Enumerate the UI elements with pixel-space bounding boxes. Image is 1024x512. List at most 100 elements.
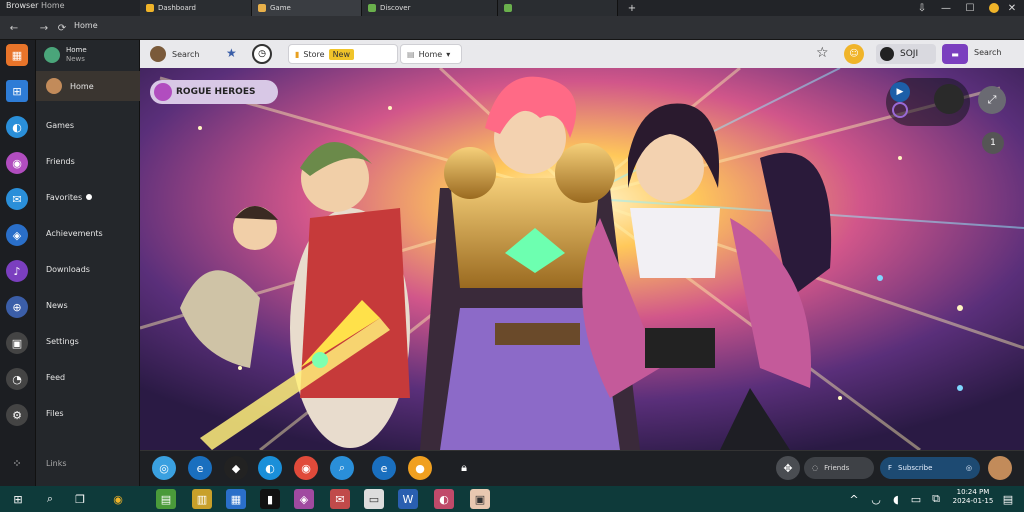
taskbar-active-app-icon[interactable]: ▣ xyxy=(470,489,490,509)
dock-ie-icon[interactable]: e xyxy=(372,456,396,480)
dock-chrome-icon[interactable]: ◉ xyxy=(294,456,318,480)
taskbar-word-icon[interactable]: W xyxy=(398,489,418,509)
profile-avatar-icon xyxy=(44,47,60,63)
sidebar-header[interactable]: Home News xyxy=(44,44,136,66)
tab-discover[interactable]: Discover xyxy=(362,0,498,16)
home-link[interactable]: Home xyxy=(74,21,98,30)
taskbar-search-icon[interactable]: ⌕ xyxy=(40,489,60,509)
dock-move-icon[interactable]: ✥ xyxy=(776,456,800,480)
timer-icon[interactable] xyxy=(892,102,908,118)
taskbar-files-icon[interactable]: ▤ xyxy=(156,489,176,509)
menu-button[interactable]: ▬ xyxy=(942,44,968,64)
rail-game-icon[interactable]: ◉ xyxy=(6,152,28,174)
sidebar-item-achievements[interactable]: Achievements xyxy=(36,218,140,248)
subscribe-button[interactable]: F Subscribe ◎ xyxy=(880,457,980,479)
lock-icon: ▮ xyxy=(295,49,300,59)
sidebar-item-home[interactable]: Home xyxy=(36,71,140,101)
tab-game[interactable]: Game xyxy=(252,0,362,16)
sidebar-item-files[interactable]: Files xyxy=(36,398,140,428)
rail-globe-icon[interactable]: ⊕ xyxy=(6,296,28,318)
dock-game-icon[interactable]: ◆ xyxy=(224,456,248,480)
tray-chevron-icon[interactable]: ^ xyxy=(844,489,864,509)
dock-chat-icon[interactable]: ◐ xyxy=(258,456,282,480)
tab-label: Dashboard xyxy=(158,4,196,12)
home-dropdown[interactable]: ▤ Home ▾ xyxy=(400,44,462,64)
browser-toolbar xyxy=(0,16,1024,40)
dock-edge-icon[interactable]: e xyxy=(188,456,212,480)
site-identity[interactable]: Search xyxy=(150,44,230,64)
rail-apps-icon[interactable]: ⁘ xyxy=(6,452,28,474)
dock-music-icon[interactable]: ● xyxy=(408,456,432,480)
dock-avatar[interactable] xyxy=(988,456,1012,480)
sidebar-item-favorites[interactable]: Favorites xyxy=(36,182,140,212)
task-view-icon[interactable]: ❐ xyxy=(70,489,90,509)
rail-home-icon[interactable]: ▦ xyxy=(6,44,28,66)
tab-label: Discover xyxy=(380,4,411,12)
tray-wifi-icon[interactable]: ◡ xyxy=(866,489,886,509)
taskbar-photos-icon[interactable]: ◈ xyxy=(294,489,314,509)
taskbar-mail-icon[interactable]: ✉ xyxy=(330,489,350,509)
sidebar-item-downloads[interactable]: Downloads xyxy=(36,254,140,284)
minimize-button[interactable]: — xyxy=(934,0,958,16)
taskbar-media-icon[interactable]: ◐ xyxy=(434,489,454,509)
maximize-button[interactable]: ☐ xyxy=(958,0,982,16)
sidebar-item-friends[interactable]: Friends xyxy=(36,146,140,176)
tray-volume-icon[interactable]: ◖ xyxy=(886,489,906,509)
sidebar-item-games[interactable]: Games xyxy=(36,110,140,140)
back-button[interactable]: ← xyxy=(6,20,22,36)
extension-icon[interactable]: ☺ xyxy=(844,44,864,64)
taskbar-terminal-icon[interactable]: ▮ xyxy=(260,489,280,509)
sidebar-item-settings[interactable]: Settings xyxy=(36,326,140,356)
search-action[interactable]: Search xyxy=(974,48,1001,57)
rail-user-icon[interactable]: ◔ xyxy=(6,368,28,390)
taskbar-notes-icon[interactable]: ▭ xyxy=(364,489,384,509)
rail-settings-icon[interactable]: ⚙ xyxy=(6,404,28,426)
rail-doc-icon[interactable]: ▣ xyxy=(6,332,28,354)
tab-favicon xyxy=(504,4,512,12)
tab-dashboard[interactable]: Dashboard xyxy=(140,0,252,16)
download-icon[interactable]: ⇩ xyxy=(910,0,934,16)
rail-windows-icon[interactable]: ⊞ xyxy=(6,80,28,102)
fullscreen-icon[interactable]: ⤢ xyxy=(978,86,1006,114)
store-filter-pill[interactable]: ▮ Store New xyxy=(288,44,398,64)
new-tab-button[interactable]: + xyxy=(620,0,644,16)
dock-lock-icon[interactable]: 🔒︎ xyxy=(452,456,476,480)
sidebar-footer-link[interactable]: Links xyxy=(36,448,140,478)
refresh-icon[interactable]: ⟳ xyxy=(54,20,70,36)
notification-count[interactable]: 1 xyxy=(982,132,1004,154)
share-icon[interactable] xyxy=(934,84,964,114)
rail-store-icon[interactable]: ✉ xyxy=(6,188,28,210)
taskbar-chrome-icon[interactable]: ◉ xyxy=(108,489,128,509)
play-icon[interactable]: ▶ xyxy=(890,82,910,102)
star-shield-icon[interactable]: ★ xyxy=(226,46,237,60)
tab-favicon xyxy=(146,4,154,12)
rail-chat-icon[interactable]: ◈ xyxy=(6,224,28,246)
hero-artwork xyxy=(140,68,1024,450)
friends-button[interactable]: ◌ Friends xyxy=(804,457,874,479)
tray-network-icon[interactable]: ⧉ xyxy=(926,489,946,509)
tab-blank[interactable] xyxy=(498,0,618,16)
dock-globe-icon[interactable]: ◎ xyxy=(152,456,176,480)
game-title-badge[interactable]: ROGUE HEROES xyxy=(150,80,278,104)
dock-search-icon[interactable]: ⌕ xyxy=(330,456,354,480)
close-button[interactable]: ✕ xyxy=(1000,0,1024,16)
taskbar-store-icon[interactable]: ▦ xyxy=(226,489,246,509)
profile-chip-avatar xyxy=(880,47,894,61)
taskbar-folder-icon[interactable]: ▥ xyxy=(192,489,212,509)
forward-button[interactable]: → xyxy=(36,20,52,36)
start-icon[interactable]: ⊞ xyxy=(8,489,28,509)
clock-date: 2024-01-15 xyxy=(952,497,994,505)
rail-music-icon[interactable]: ♪ xyxy=(6,260,28,282)
sidebar-item-feed[interactable]: Feed xyxy=(36,362,140,392)
clock[interactable]: 10:24 PM 2024-01-15 xyxy=(950,488,996,506)
bookmark-star-icon[interactable]: ☆ xyxy=(816,45,829,61)
tray-battery-icon[interactable]: ▭ xyxy=(906,489,926,509)
tab-label: Game xyxy=(270,4,291,12)
user-avatar-icon xyxy=(46,78,62,94)
rail-browser-icon[interactable]: ◐ xyxy=(6,116,28,138)
notification-center-icon[interactable]: ▤ xyxy=(998,489,1018,509)
sidebar-item-news[interactable]: News xyxy=(36,290,140,320)
arrow-icon: ◎ xyxy=(965,464,972,472)
reload-circle-icon[interactable]: ◷ xyxy=(252,44,272,64)
profile-chip[interactable]: SOJI xyxy=(876,44,936,64)
